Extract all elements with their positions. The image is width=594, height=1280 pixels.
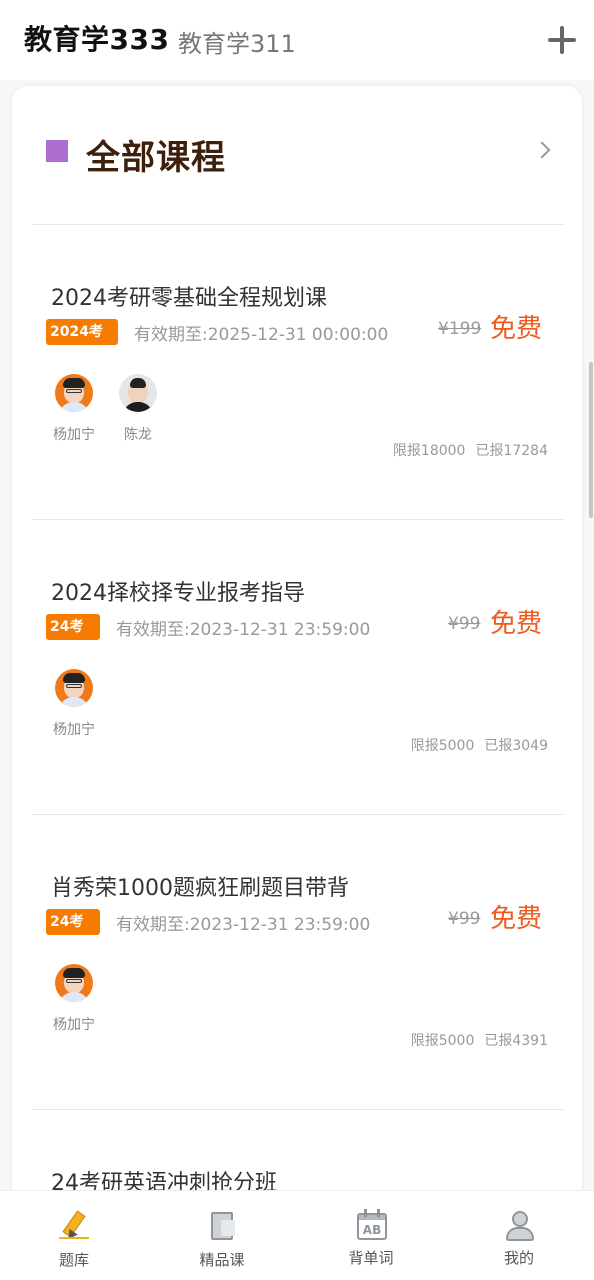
course-title[interactable]: 2024考研零基础全程规划课 bbox=[51, 280, 327, 312]
nav-label: 题库 bbox=[58, 1251, 89, 1269]
nav-item-question-bank[interactable]: 题库 bbox=[14, 1191, 134, 1280]
course-quota: 限报18000 已报17284 bbox=[393, 440, 548, 460]
course-quota: 限报5000 已报3049 bbox=[411, 735, 548, 755]
original-price: ¥199 bbox=[438, 319, 482, 339]
teacher: 杨加宁 bbox=[44, 669, 104, 739]
top-header: 教育学333 教育学311 bbox=[0, 0, 594, 80]
course-tag: 2024考研 bbox=[46, 319, 118, 366]
quota-enrolled: 已报17284 bbox=[475, 443, 548, 459]
price: 免费 bbox=[490, 314, 543, 344]
nav-label: 精品课 bbox=[199, 1251, 245, 1269]
teacher-name: 杨加宁 bbox=[53, 722, 95, 738]
teacher-name: 杨加宁 bbox=[53, 427, 95, 443]
avatar bbox=[55, 964, 93, 1002]
quota-limit: 限报5000 bbox=[410, 738, 475, 754]
quota-limit: 限报18000 bbox=[392, 443, 466, 459]
scrollbar[interactable] bbox=[589, 362, 593, 518]
nav-label: 背单词 bbox=[348, 1249, 394, 1267]
quota-enrolled: 已报3049 bbox=[484, 738, 548, 754]
course-tag: 24考研 bbox=[46, 909, 100, 956]
course-card: 全部课程 2024考研零基础全程规划课 2024考研 有效期至:2025-12-… bbox=[12, 86, 582, 1266]
nav-item-premium-courses[interactable]: 精品课 bbox=[162, 1191, 282, 1280]
course-item[interactable]: 2024择校择专业报考指导 24考研 有效期至:2023-12-31 23:59… bbox=[12, 519, 582, 814]
plus-icon[interactable] bbox=[546, 24, 578, 56]
book-icon bbox=[207, 1209, 237, 1241]
course-title[interactable]: 肖秀荣1000题疯狂刷题目带背 bbox=[51, 870, 349, 902]
course-title[interactable]: 2024择校择专业报考指导 bbox=[51, 575, 305, 607]
avatar bbox=[55, 669, 93, 707]
pencil-icon bbox=[59, 1209, 89, 1243]
teacher-name: 杨加宁 bbox=[53, 1017, 95, 1033]
price: 免费 bbox=[490, 904, 543, 934]
course-quota: 限报5000 已报4391 bbox=[411, 1030, 548, 1050]
calendar-ab-text: AB bbox=[362, 1223, 382, 1237]
nav-item-my[interactable]: 我的 bbox=[459, 1191, 579, 1280]
course-tag: 24考研 bbox=[46, 614, 100, 661]
course-section-header[interactable]: 全部课程 bbox=[12, 86, 582, 226]
bottom-navigation: 题库 精品课 AB 背单词 我的 bbox=[0, 1190, 594, 1280]
course-valid-until: 有效期至:2023-12-31 23:59:00 bbox=[116, 915, 371, 935]
quota-enrolled: 已报4391 bbox=[484, 1033, 548, 1049]
avatar bbox=[55, 374, 93, 412]
course-item[interactable]: 肖秀荣1000题疯狂刷题目带背 24考研 有效期至:2023-12-31 23:… bbox=[12, 814, 582, 1109]
course-valid-until: 有效期至:2023-12-31 23:59:00 bbox=[116, 620, 371, 640]
course-valid-until: 有效期至:2025-12-31 00:00:00 bbox=[134, 325, 389, 345]
chevron-right-icon[interactable] bbox=[533, 141, 551, 159]
nav-item-vocabulary[interactable]: AB 背单词 bbox=[311, 1191, 431, 1280]
subject-tab-secondary[interactable]: 教育学311 bbox=[178, 24, 296, 59]
avatar bbox=[119, 374, 157, 412]
teacher-name: 陈龙 bbox=[124, 427, 152, 443]
subject-tab-active[interactable]: 教育学333 bbox=[24, 18, 169, 58]
teacher: 杨加宁 bbox=[44, 964, 104, 1034]
teacher: 杨加宁 bbox=[44, 374, 104, 444]
quota-limit: 限报5000 bbox=[410, 1033, 475, 1049]
nav-label: 我的 bbox=[503, 1249, 534, 1267]
teacher: 陈龙 bbox=[108, 374, 168, 444]
original-price: ¥99 bbox=[448, 909, 481, 929]
course-item[interactable]: 2024考研零基础全程规划课 2024考研 有效期至:2025-12-31 00… bbox=[12, 224, 582, 519]
price: 免费 bbox=[490, 609, 543, 639]
original-price: ¥99 bbox=[448, 614, 481, 634]
section-title: 全部课程 bbox=[86, 138, 226, 178]
calendar-ab-icon: AB bbox=[356, 1209, 387, 1241]
user-icon bbox=[504, 1209, 534, 1241]
section-marker bbox=[46, 140, 68, 162]
app-root: 教育学333 教育学311 全部课程 2024考研零基础全程规划课 2024考研… bbox=[0, 0, 594, 1280]
